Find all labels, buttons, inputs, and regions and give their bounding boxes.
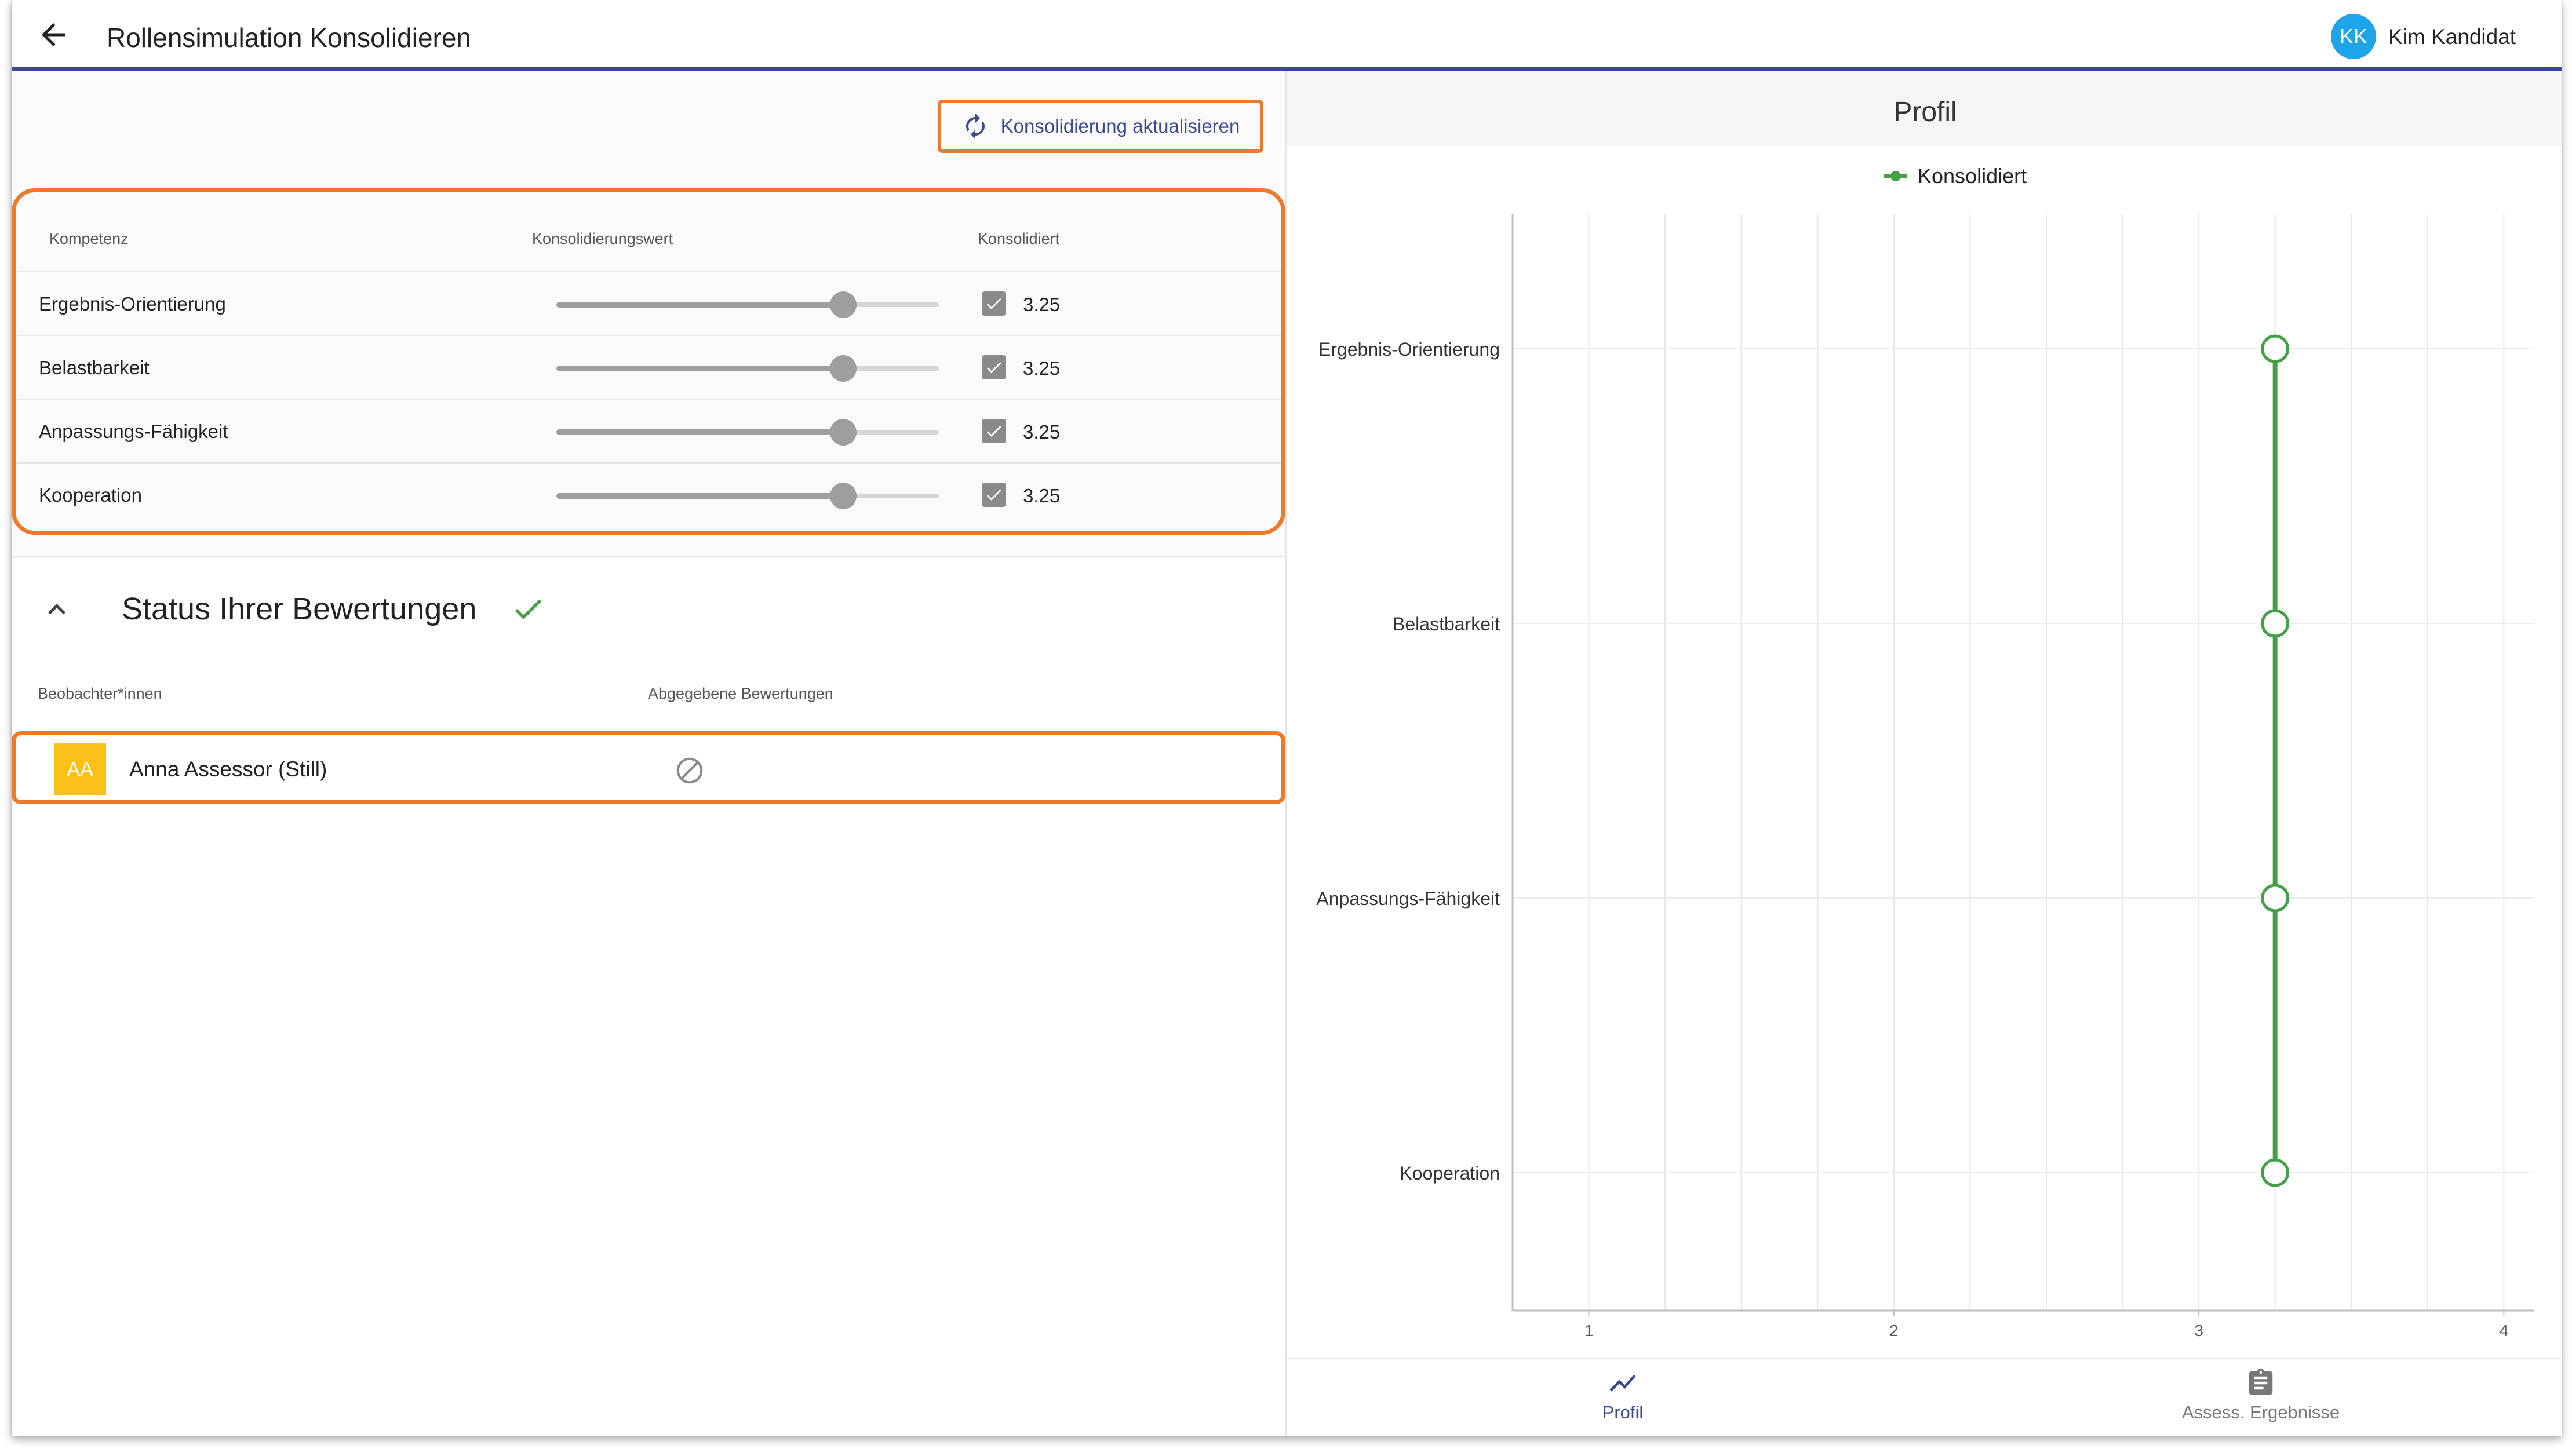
profile-header: Profil	[1287, 71, 2562, 146]
profile-title: Profil	[1893, 97, 1957, 127]
competency-name: Belastbarkeit	[39, 357, 150, 378]
column-header-consolidation-value: Konsolidierungswert	[532, 230, 673, 247]
arrow-left-icon	[42, 23, 65, 46]
slider-thumb[interactable]	[830, 291, 857, 318]
slider-thumb[interactable]	[830, 355, 857, 382]
check-icon	[986, 489, 1001, 501]
column-header-observers: Beobachter*innen	[38, 685, 162, 702]
profile-panel: Profil 1 2 3 4 Ergebnis-Orientierung Belastba…	[1285, 71, 2562, 1436]
nav-item-assess-results[interactable]: Assess. Ergebnisse	[2145, 1367, 2377, 1423]
user-name[interactable]: Kim Kandidat	[2388, 25, 2516, 49]
column-header-competency: Kompetenz	[49, 230, 129, 247]
consolidated-checkbox[interactable]	[982, 291, 1006, 316]
collapse-button[interactable]	[39, 592, 74, 627]
slider-fill	[556, 429, 843, 435]
consolidated-value: 3.25	[1023, 357, 1061, 379]
consolidated-checkbox[interactable]	[982, 419, 1006, 443]
y-category-label: Anpassungs-Fähigkeit	[1316, 888, 1500, 909]
refresh-icon	[966, 114, 985, 139]
competency-name: Ergebnis-Orientierung	[39, 293, 226, 315]
update-consolidation-label: Konsolidierung aktualisieren	[1000, 115, 1240, 137]
consolidation-slider[interactable]	[556, 419, 939, 446]
slider-thumb[interactable]	[830, 483, 857, 509]
consolidated-value: 3.25	[1023, 421, 1061, 443]
legend-label: Konsolidiert	[1918, 164, 2027, 188]
clipboard-icon	[2249, 1369, 2273, 1395]
x-tick-label: 1	[1584, 1322, 1594, 1340]
consolidation-slider[interactable]	[556, 355, 939, 382]
competency-name: Anpassungs-Fähigkeit	[39, 421, 228, 442]
slider-thumb[interactable]	[830, 419, 857, 446]
nav-item-profil[interactable]: Profil	[1507, 1367, 1739, 1423]
competency-table: Kompetenz Konsolidierungswert Konsolidie…	[12, 188, 1285, 535]
consolidation-slider[interactable]	[556, 483, 939, 509]
chart-line-icon	[1609, 1374, 1636, 1392]
nav-label-assess-results: Assess. Ergebnisse	[2181, 1402, 2340, 1422]
data-point	[2261, 609, 2290, 638]
x-tick-label: 2	[1889, 1322, 1899, 1340]
consolidated-value: 3.25	[1023, 294, 1061, 315]
section-divider	[12, 556, 1285, 557]
app-header: Rollensimulation Konsolidieren KK Kim Ka…	[12, 0, 2562, 71]
table-row: Anpassungs-Fähigkeit 3.25	[16, 399, 1281, 464]
legend-marker	[1890, 171, 1901, 181]
nav-label-profil: Profil	[1602, 1402, 1644, 1422]
status-title: Status Ihrer Bewertungen	[122, 592, 477, 626]
check-icon	[986, 362, 1001, 373]
check-icon	[986, 425, 1001, 437]
consolidation-panel: Konsolidierung aktualisieren Kompetenz K…	[12, 71, 1285, 1436]
status-complete-icon	[510, 591, 546, 627]
consolidated-checkbox[interactable]	[982, 483, 1006, 507]
consolidated-value: 3.25	[1023, 485, 1061, 506]
y-category-label: Belastbarkeit	[1393, 614, 1500, 634]
block-icon	[674, 755, 705, 786]
user-avatar[interactable]: KK	[2331, 14, 2376, 59]
table-row: Kooperation 3.25	[16, 462, 1281, 527]
consolidated-checkbox[interactable]	[982, 355, 1006, 379]
x-tick-label: 3	[2194, 1322, 2203, 1340]
column-header-submitted-ratings: Abgegebene Bewertungen	[648, 685, 833, 702]
chevron-up-icon	[48, 604, 65, 615]
app-window: Rollensimulation Konsolidieren KK Kim Ka…	[12, 0, 2562, 1436]
consolidation-slider[interactable]	[556, 291, 939, 318]
y-category-label: Ergebnis-Orientierung	[1318, 339, 1500, 360]
y-category-label: Kooperation	[1400, 1163, 1500, 1184]
observer-row: AA Anna Assessor (Still)	[12, 731, 1285, 804]
observer-name: Anna Assessor (Still)	[129, 757, 327, 781]
column-header-consolidated: Konsolidiert	[978, 230, 1060, 247]
slider-fill	[556, 366, 843, 371]
table-row: Belastbarkeit 3.25	[16, 335, 1281, 400]
update-consolidation-button[interactable]: Konsolidierung aktualisieren	[938, 100, 1263, 153]
competency-name: Kooperation	[39, 484, 142, 506]
x-tick-label: 4	[2500, 1322, 2509, 1340]
data-point	[2261, 1158, 2290, 1187]
table-row: Ergebnis-Orientierung 3.25	[16, 271, 1281, 336]
plot-area	[1513, 214, 2534, 1311]
data-point	[2261, 334, 2290, 363]
slider-fill	[556, 302, 843, 308]
check-icon	[986, 298, 1001, 309]
page-title: Rollensimulation Konsolidieren	[107, 23, 472, 53]
bottom-nav: Profil Assess. Ergebnisse	[1287, 1358, 2562, 1436]
slider-fill	[556, 493, 843, 499]
observer-avatar: AA	[54, 743, 106, 795]
profile-chart: 1 2 3 4 Ergebnis-Orientierung Belastbarkeit An…	[1316, 164, 2534, 1340]
back-button[interactable]	[36, 17, 71, 52]
data-point	[2261, 884, 2290, 913]
